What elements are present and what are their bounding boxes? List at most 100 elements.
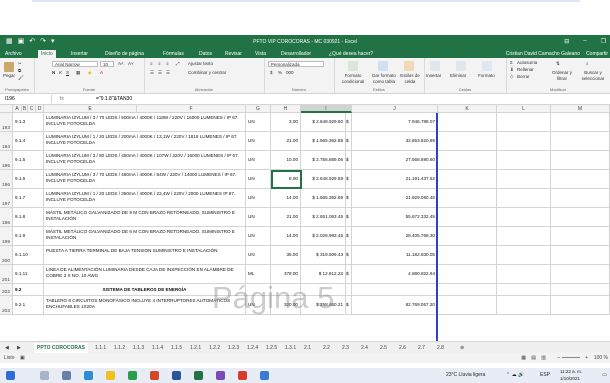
unit-cell[interactable]: UN [246, 208, 271, 227]
align-center-icon[interactable]: ☰ [158, 70, 162, 76]
empty-cell[interactable] [438, 170, 497, 189]
sort-filter-button[interactable]: Ordenar y filtrar [548, 70, 576, 82]
sheet-tab[interactable]: 2.1 [301, 343, 314, 353]
description-cell[interactable]: LUMINARIA IZYLUM / 1 / 20 LEDS / 200mA /… [44, 132, 246, 151]
unit-cell[interactable]: UN [246, 151, 271, 170]
sheet-tab[interactable]: 1.2.2 [206, 343, 223, 353]
teams-icon[interactable] [216, 371, 225, 380]
unit-price-cell[interactable]: $ 1.565.362.69 [301, 189, 346, 208]
empty-cell[interactable] [438, 227, 497, 246]
description-cell[interactable]: LINEA DE ALIMENTACIÓN LUMINARIA DESDE CA… [44, 265, 246, 284]
column-header-e[interactable]: E [44, 105, 137, 113]
unit-cell[interactable]: UN [246, 113, 271, 132]
total-cell[interactable] [352, 284, 438, 296]
clear-icon[interactable]: ◇ [510, 74, 513, 80]
unit-cell[interactable]: UN [246, 227, 271, 246]
empty-cell[interactable] [497, 151, 551, 170]
empty-cell[interactable] [551, 151, 610, 170]
number-format-select[interactable]: Personalizada [268, 61, 324, 67]
quantity-cell[interactable]: 14.00 [271, 189, 301, 208]
empty-cell[interactable] [551, 284, 610, 296]
sheet-tab[interactable]: 2.5 [377, 343, 390, 353]
unit-price-cell[interactable]: $ 319.509.43 [301, 246, 346, 265]
total-cell[interactable]: 55.672.332.45 [352, 208, 438, 227]
spreadsheet-grid[interactable]: ABCDEFGHIJKLMN1939.1.3LUMINARIA IZYLUM /… [0, 105, 610, 341]
unit-cell[interactable]: UN [246, 246, 271, 265]
fx-icon[interactable]: fx [60, 95, 64, 103]
item-number-cell[interactable]: 9.1.8 [13, 208, 44, 227]
column-header-f[interactable]: F [137, 105, 246, 113]
quantity-cell[interactable]: 3.00 [271, 113, 301, 132]
empty-cell[interactable] [497, 132, 551, 151]
quantity-cell[interactable]: 10.00 [271, 151, 301, 170]
add-sheet-icon[interactable]: ⊕ [457, 343, 467, 353]
tab-revisar[interactable]: Revisar [222, 50, 245, 58]
borders-icon[interactable]: ▦ [76, 70, 80, 76]
quantity-cell[interactable]: 8.00 [271, 170, 301, 189]
empty-cell[interactable] [551, 189, 610, 208]
unit-price-cell[interactable]: $ 1.565.362.89 [301, 132, 346, 151]
empty-cell[interactable] [551, 227, 610, 246]
fill-icon[interactable]: ⬇ [510, 67, 514, 73]
row-header[interactable]: 196 [0, 170, 13, 189]
column-header-m[interactable]: M [551, 105, 610, 113]
total-cell[interactable]: 28.405.768.30 [352, 227, 438, 246]
sheet-tab[interactable]: 1.1.3 [130, 343, 147, 353]
item-number-cell[interactable]: 9.1.9 [13, 227, 44, 246]
unit-price-cell[interactable]: $ 2.756.869.06 [301, 151, 346, 170]
find-icon[interactable]: ⌕ [586, 61, 589, 67]
font-color-icon[interactable]: A [100, 70, 103, 76]
bold-button[interactable]: N [52, 70, 55, 76]
page-layout-icon[interactable]: ▤ [531, 353, 536, 363]
sheet-tab[interactable]: 1.1.1 [92, 343, 109, 353]
merge-center-button[interactable]: Combinar y centrar [188, 70, 226, 76]
prev-sheet-icon[interactable]: ◀ [2, 343, 12, 353]
sheet-tab[interactable]: 1.2.4 [244, 343, 261, 353]
total-cell[interactable]: 21.191.437.52 [352, 170, 438, 189]
cell-styles-icon[interactable] [404, 61, 414, 71]
file-explorer-icon[interactable] [106, 371, 115, 380]
wrap-text-button[interactable]: Ajustar texto [188, 61, 213, 67]
sheet-tab[interactable]: 1.2.5 [263, 343, 280, 353]
delete-cells-icon[interactable] [456, 61, 466, 71]
column-header-j[interactable]: J [352, 105, 438, 113]
row-header[interactable]: 194 [0, 132, 13, 151]
total-cell[interactable]: 32.863.620.69 [352, 132, 438, 151]
font-name-select[interactable]: Arial Narrow [52, 61, 98, 67]
row-header[interactable]: 195 [0, 151, 13, 170]
quantity-cell[interactable] [271, 284, 301, 296]
empty-cell[interactable] [551, 296, 610, 315]
row-header[interactable]: 193 [0, 113, 13, 132]
quantity-cell[interactable]: 14.00 [271, 227, 301, 246]
outlook-icon[interactable] [260, 371, 269, 380]
tab-inicio[interactable]: Inicio [38, 50, 56, 58]
sheet-tab[interactable]: 2.2 [320, 343, 333, 353]
description-cell[interactable]: LUMINARIA IZYLUM / 3 / 80 LEDS / 450mA /… [44, 151, 246, 170]
conditional-format-button[interactable]: Formato condicional [338, 73, 368, 85]
unit-price-cell[interactable] [301, 284, 346, 296]
empty-cell[interactable] [551, 132, 610, 151]
excel-taskbar-icon[interactable] [194, 371, 203, 380]
delete-button[interactable]: Eliminar [450, 73, 466, 79]
empty-cell[interactable] [497, 246, 551, 265]
format-painter-icon[interactable]: 🖌 [18, 75, 24, 81]
empty-cell[interactable] [438, 246, 497, 265]
select-all-corner[interactable] [0, 105, 13, 113]
normal-view-icon[interactable]: ▦ [521, 353, 526, 363]
find-select-button[interactable]: Buscar y seleccionar [578, 70, 608, 82]
pdf-reader-icon[interactable] [238, 371, 247, 380]
zoom-slider[interactable] [562, 357, 580, 358]
sort-filter-icon[interactable]: ⇅ [556, 61, 560, 67]
item-number-cell[interactable]: 9.1.4 [13, 132, 44, 151]
italic-button[interactable]: K [59, 70, 62, 76]
total-cell[interactable]: 4.880.822.94 [352, 265, 438, 284]
sheet-tab[interactable]: 2.6 [396, 343, 409, 353]
empty-cell[interactable] [497, 284, 551, 296]
chrome-icon[interactable] [128, 371, 137, 380]
zoom-out-icon[interactable]: – [557, 353, 560, 363]
paste-icon[interactable] [4, 62, 14, 72]
zoom-level[interactable]: 100 % [594, 353, 608, 363]
notifications-icon[interactable]: ▭ [602, 372, 607, 378]
sheet-tab[interactable]: 1.1.5 [168, 343, 185, 353]
autosum-icon[interactable]: Σ [510, 60, 513, 66]
